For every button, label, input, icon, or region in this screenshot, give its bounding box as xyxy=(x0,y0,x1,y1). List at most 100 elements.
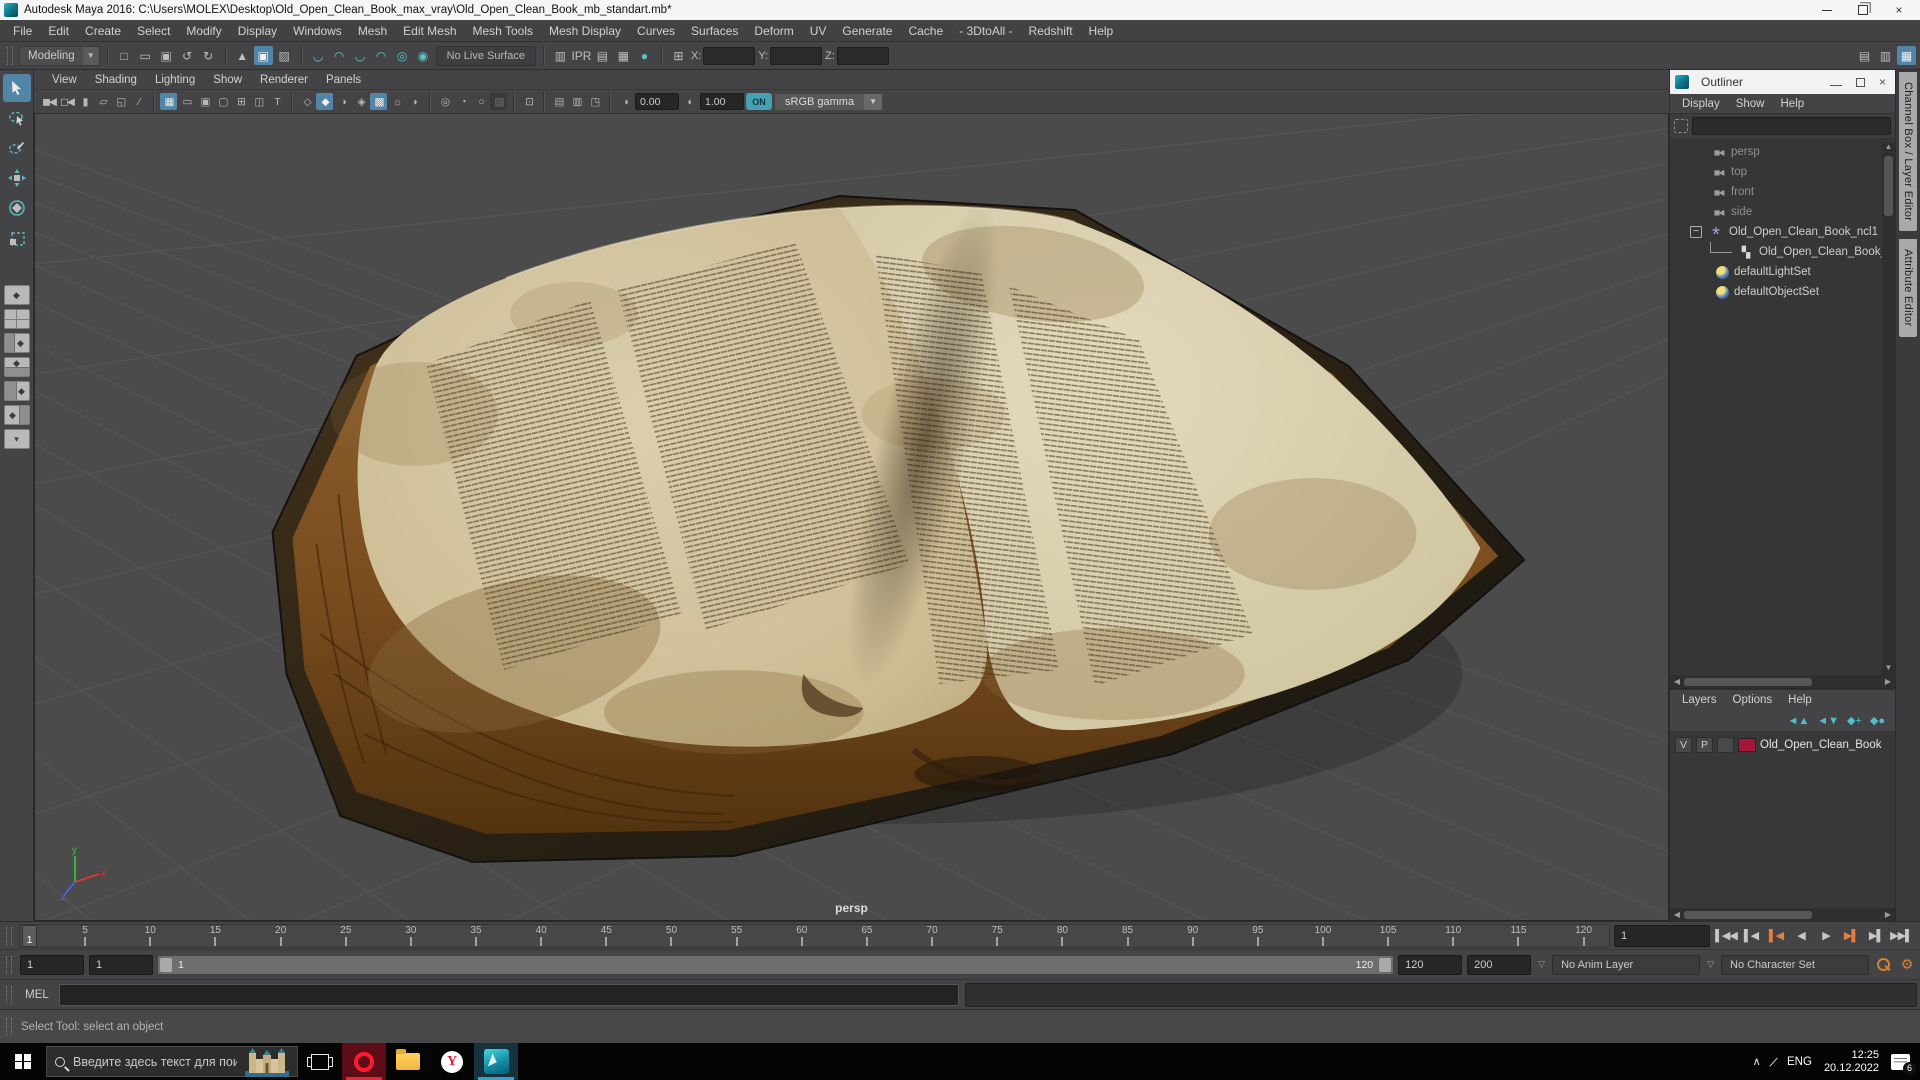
layer-row[interactable]: V P Old_Open_Clean_Book xyxy=(1672,735,1893,755)
pane-layout-icon[interactable]: ▥ xyxy=(568,93,585,110)
go-to-start-icon[interactable]: ▌◀◀ xyxy=(1714,926,1738,946)
field-chart-icon[interactable]: ⊞ xyxy=(232,93,249,110)
viewport-canvas[interactable]: persp y x z xyxy=(34,114,1669,921)
character-set-dropdown[interactable]: No Character Set xyxy=(1721,954,1869,975)
menu-item[interactable]: Panels xyxy=(318,73,369,87)
playback-start-field[interactable] xyxy=(89,954,153,975)
layer-display-type-toggle[interactable] xyxy=(1717,737,1734,753)
snap-viewplane-icon[interactable]: ◎ xyxy=(393,46,412,65)
menu-item[interactable]: Lighting xyxy=(147,73,203,87)
wireframe-icon[interactable]: ◇ xyxy=(298,93,315,110)
play-forwards-icon[interactable]: ▶ xyxy=(1814,926,1838,946)
range-bar[interactable]: 1 120 xyxy=(158,955,1394,974)
start-button[interactable] xyxy=(0,1043,46,1080)
create-empty-layer-icon[interactable]: ◆+ xyxy=(1847,714,1862,727)
scroll-right-icon[interactable]: ▶ xyxy=(1883,910,1893,919)
menu-item[interactable]: Generate xyxy=(835,22,899,40)
symmetry-icon[interactable]: ⊞ xyxy=(669,46,688,65)
persp-outliner-graph-layout-button[interactable]: ◆ xyxy=(3,405,30,425)
chevron-down-icon[interactable]: ▽ xyxy=(1705,959,1716,970)
scroll-down-icon[interactable]: ▼ xyxy=(1885,663,1893,675)
menu-item[interactable]: Mesh Tools xyxy=(466,22,540,40)
tool-settings-toggle-icon[interactable]: ▥ xyxy=(1876,46,1895,65)
bookmark-icon[interactable]: ▮ xyxy=(76,93,93,110)
minimize-button[interactable] xyxy=(1820,3,1834,17)
outliner-title-bar[interactable]: Outliner × xyxy=(1670,70,1895,94)
step-back-key-icon[interactable]: ▌◀ xyxy=(1764,926,1788,946)
gate-mask-icon[interactable]: ▢ xyxy=(214,93,231,110)
render-setup-icon[interactable]: ▦ xyxy=(614,46,633,65)
pan-zoom-icon[interactable]: ◱ xyxy=(112,93,129,110)
restore-button[interactable] xyxy=(1856,3,1870,17)
step-forward-key-icon[interactable]: ▶▌ xyxy=(1839,926,1863,946)
outliner-row[interactable]: − side xyxy=(1670,202,1895,222)
snap-curve-icon[interactable]: ◠ xyxy=(330,46,349,65)
selection-filter-icon[interactable] xyxy=(1674,119,1688,133)
layer-color-swatch[interactable] xyxy=(1738,738,1756,752)
go-to-end-icon[interactable]: ▶▶▌ xyxy=(1889,926,1913,946)
grid-icon[interactable]: ▦ xyxy=(160,93,177,110)
snap-point-icon[interactable]: ◡ xyxy=(351,46,370,65)
layout-dropdown-button[interactable]: ▾ xyxy=(3,429,30,449)
grip-handle[interactable] xyxy=(6,1017,12,1036)
menu-item[interactable]: Curves xyxy=(630,22,682,40)
grip-handle[interactable] xyxy=(6,926,12,945)
scroll-left-icon[interactable]: ◀ xyxy=(1672,910,1682,919)
menu-item[interactable]: Surfaces xyxy=(684,22,745,40)
snap-projected-icon[interactable]: ◠ xyxy=(372,46,391,65)
camera-attributes-icon[interactable]: ◻◀ xyxy=(58,93,75,110)
file-save-icon[interactable]: ▣ xyxy=(157,46,176,65)
file-open-icon[interactable]: ▭ xyxy=(136,46,155,65)
grip-handle[interactable] xyxy=(6,955,12,974)
dock-tab[interactable]: Channel Box / Layer Editor xyxy=(1899,72,1917,232)
dock-tab[interactable]: Attribute Editor xyxy=(1899,239,1917,337)
menu-item[interactable]: Select xyxy=(130,22,177,40)
single-pane-layout-button[interactable]: ◆ xyxy=(3,285,30,305)
default-material-icon[interactable]: ◑ xyxy=(334,93,351,110)
taskbar-opera[interactable] xyxy=(342,1043,386,1080)
menu-item[interactable]: File xyxy=(6,22,39,40)
timeline-ruler[interactable]: 5 10 15 20 25 30 35 40 45 50 55 60 65 70 75 80 85 90 95 100… xyxy=(19,923,1610,948)
menu-item[interactable]: Help xyxy=(1773,97,1813,111)
outliner-vscrollbar[interactable]: ▲ ▼ xyxy=(1882,142,1895,675)
move-layer-up-icon[interactable]: ◄▲ xyxy=(1787,715,1809,727)
mel-input[interactable] xyxy=(59,983,959,1006)
scroll-right-icon[interactable]: ▶ xyxy=(1883,677,1893,686)
depth-peeling-icon[interactable]: ▧ xyxy=(490,93,507,110)
show-hidden-icons-button[interactable]: ∧ xyxy=(1753,1055,1761,1068)
step-forward-frame-icon[interactable]: ▶▌ xyxy=(1864,926,1888,946)
auto-keyframe-icon[interactable] xyxy=(1874,956,1892,974)
tear-off-copy-icon[interactable]: ▤ xyxy=(550,93,567,110)
close-icon[interactable]: × xyxy=(1879,75,1886,89)
render-view-icon[interactable]: ▥ xyxy=(551,46,570,65)
scroll-left-icon[interactable]: ◀ xyxy=(1672,677,1682,686)
safe-title-icon[interactable]: T xyxy=(268,93,285,110)
clock[interactable]: 12:25 20.12.2022 xyxy=(1824,1049,1879,1075)
taskbar-explorer[interactable] xyxy=(386,1043,430,1080)
grease-pencil-icon[interactable]: ∕ xyxy=(130,93,147,110)
menu-item[interactable]: UV xyxy=(803,22,834,40)
file-new-icon[interactable]: □ xyxy=(115,46,134,65)
multisample-icon[interactable]: ○ xyxy=(472,93,489,110)
playback-end-field[interactable] xyxy=(1398,954,1463,975)
animation-preferences-icon[interactable]: ⚙ xyxy=(1897,956,1917,973)
pen-icon[interactable]: ∕ xyxy=(1771,1053,1776,1069)
outliner-search-input[interactable] xyxy=(1692,117,1891,135)
menu-item[interactable]: Cache xyxy=(901,22,950,40)
chevron-down-icon[interactable]: ▽ xyxy=(1536,959,1547,970)
x-coord-input[interactable] xyxy=(703,46,756,65)
taskbar-yandex[interactable]: Y xyxy=(430,1043,474,1080)
outliner-row[interactable]: − defaultLightSet xyxy=(1670,262,1895,282)
shadows-icon[interactable]: ◗ xyxy=(406,93,423,110)
move-layer-down-icon[interactable]: ◄▼ xyxy=(1817,715,1839,727)
four-view-layout-button[interactable] xyxy=(3,309,30,329)
scrollbar-thumb[interactable] xyxy=(1684,677,1813,686)
outliner-row[interactable]: − Old_Open_Clean_Book_ncl1 xyxy=(1670,222,1895,242)
language-indicator[interactable]: ENG xyxy=(1787,1056,1812,1068)
menu-item[interactable]: Deform xyxy=(747,22,800,40)
layers-hscrollbar[interactable]: ◀ ▶ xyxy=(1670,908,1895,921)
menu-item[interactable]: Options xyxy=(1725,693,1781,707)
bounding-box-icon[interactable]: ◈ xyxy=(352,93,369,110)
menu-item[interactable]: Display xyxy=(231,22,284,40)
menu-item[interactable]: Redshift xyxy=(1022,22,1080,40)
